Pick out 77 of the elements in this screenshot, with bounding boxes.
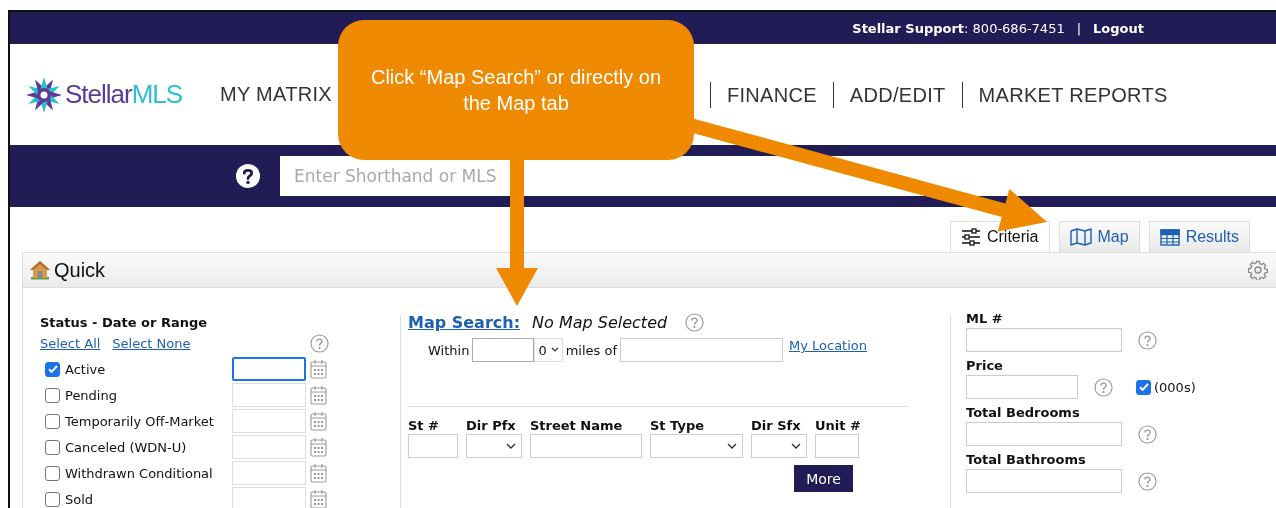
view-tab[interactable]: Map xyxy=(1058,221,1140,252)
text-field[interactable] xyxy=(408,434,458,458)
field-label: Dir Pfx xyxy=(466,418,517,433)
dropdown-field[interactable] xyxy=(466,434,522,458)
field-label: ML # xyxy=(966,311,1004,326)
panel-title: Quick xyxy=(54,258,106,282)
my-location-link[interactable]: My Location xyxy=(789,338,867,353)
unit-label: (000s) xyxy=(1154,379,1196,395)
search-field[interactable]: Enter Shorthand or MLS xyxy=(280,156,1276,196)
calendar-icon[interactable] xyxy=(310,489,327,508)
status-label: Temporarily Off-Market xyxy=(65,413,214,429)
grid-icon xyxy=(1159,228,1180,246)
logout-link[interactable]: Logout xyxy=(1093,20,1144,36)
callout-bubble: Click “Map Search” or directly on the Map tab xyxy=(338,20,694,160)
status-label: Withdrawn Conditional xyxy=(65,465,213,481)
checkbox[interactable] xyxy=(45,491,60,507)
dropdown-field[interactable] xyxy=(650,434,743,458)
field-label: Dir Sfx xyxy=(751,418,802,433)
house-icon xyxy=(29,260,51,280)
location-field[interactable] xyxy=(620,338,783,362)
calendar-icon[interactable] xyxy=(310,463,327,483)
checkbox[interactable] xyxy=(45,361,60,377)
status-label: Sold xyxy=(65,491,94,507)
help-icon[interactable] xyxy=(236,164,260,188)
nav-link[interactable]: MARKET REPORTS xyxy=(961,81,1184,108)
separator-text: | xyxy=(1076,20,1082,36)
map-status-text: No Map Selected xyxy=(532,313,668,332)
field-label: Total Bathrooms xyxy=(966,452,1087,467)
text-field[interactable] xyxy=(530,434,642,458)
text-field[interactable] xyxy=(966,375,1078,399)
nav-link[interactable]: MY MATRIX xyxy=(220,83,332,105)
text-field[interactable] xyxy=(966,422,1122,446)
dropdown-field[interactable] xyxy=(751,434,807,458)
field-label: Status - Date or Range xyxy=(40,315,209,330)
map-search-link[interactable]: Map Search: xyxy=(408,313,521,332)
status-label: Canceled (WDN-U) xyxy=(65,439,187,455)
field-label: Price xyxy=(966,358,1004,373)
field-label: Unit # xyxy=(815,418,859,433)
nav-link[interactable]: FINANCE xyxy=(709,81,833,108)
settings-icon[interactable] xyxy=(1248,260,1268,280)
text-field[interactable] xyxy=(815,434,859,458)
calendar-icon[interactable] xyxy=(310,359,327,379)
field-label: St # xyxy=(408,418,440,433)
miles-label: miles of xyxy=(565,342,617,358)
calendar-icon[interactable] xyxy=(310,385,327,405)
checkbox[interactable] xyxy=(45,387,60,403)
field-label: Street Name xyxy=(530,418,624,433)
select-link[interactable]: Select None xyxy=(112,335,191,351)
field-label: Total Bedrooms xyxy=(966,405,1081,420)
more-button[interactable]: More xyxy=(794,465,853,492)
date-field[interactable] xyxy=(232,357,306,381)
calendar-icon[interactable] xyxy=(310,411,327,431)
miles-dropdown[interactable]: 0 xyxy=(534,338,563,362)
field-label: St Type xyxy=(650,418,706,433)
nav-link[interactable]: ADD/EDIT xyxy=(832,81,962,108)
status-label: Active xyxy=(65,361,106,377)
chevron-icon xyxy=(791,442,801,450)
view-tab[interactable]: Criteria xyxy=(949,221,1050,252)
view-tab[interactable]: Results xyxy=(1148,221,1250,252)
checkbox[interactable] xyxy=(45,413,60,429)
status-label: Pending xyxy=(65,387,117,403)
checkbox[interactable] xyxy=(45,439,60,455)
within-label: Within xyxy=(428,342,470,358)
checkbox[interactable] xyxy=(1136,379,1151,395)
text-field[interactable] xyxy=(966,328,1122,352)
chevron-icon xyxy=(550,347,559,353)
chevron-icon xyxy=(506,442,516,450)
text-field[interactable] xyxy=(966,469,1122,493)
checkbox[interactable] xyxy=(45,465,60,481)
map-icon xyxy=(1069,228,1092,246)
chevron-icon xyxy=(727,442,737,450)
sliders-icon xyxy=(960,228,981,246)
select-link[interactable]: Select All xyxy=(40,335,101,351)
distance-field[interactable] xyxy=(472,338,535,362)
logo-text: StellarMLS xyxy=(65,79,183,110)
support-phone-text: Stellar Support: 800-686-7451 xyxy=(852,20,1065,36)
calendar-icon[interactable] xyxy=(310,437,327,457)
